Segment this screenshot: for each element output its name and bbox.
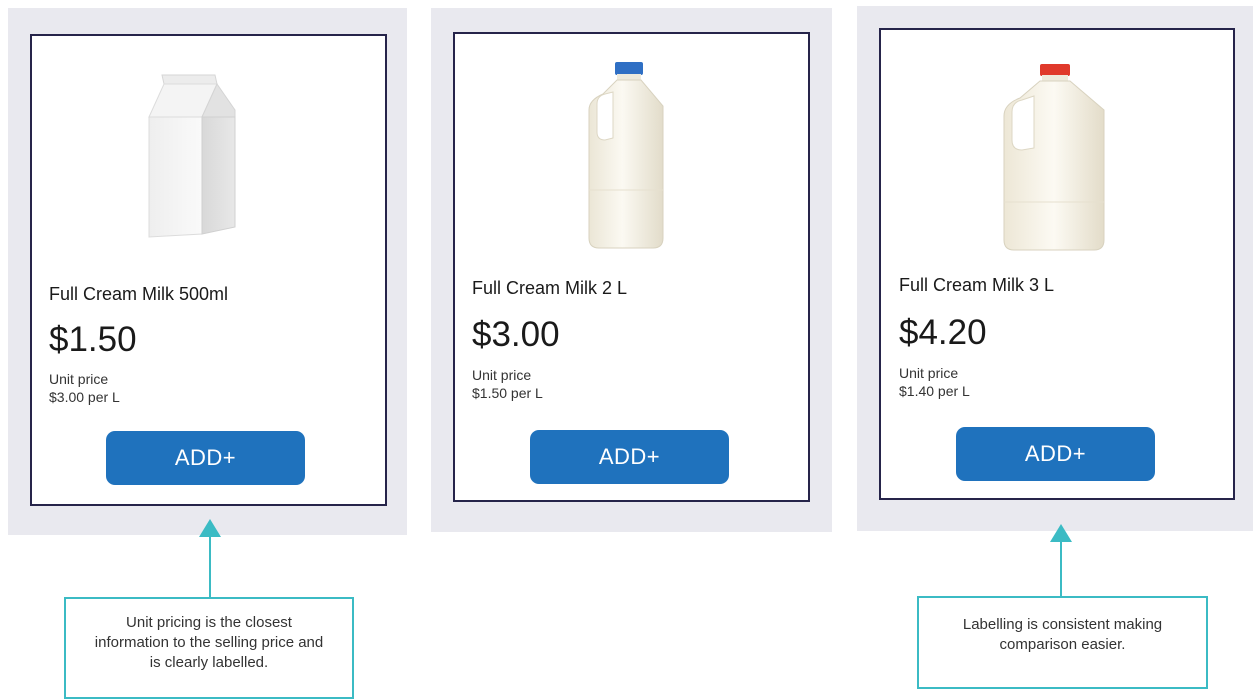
unit-price-label: Unit price bbox=[49, 371, 109, 387]
product-card-1: Full Cream Milk 500ml $1.50 Unit price $… bbox=[30, 34, 387, 506]
unit-price-info: Unit price $1.40 per L bbox=[899, 364, 970, 400]
product-card-2: Full Cream Milk 2 L $3.00 Unit price $1.… bbox=[453, 32, 810, 502]
callout-text: Labelling is consistent making compariso… bbox=[962, 616, 1163, 653]
arrow-up-icon bbox=[1050, 524, 1072, 542]
callout-unit-pricing: Unit pricing is the closest information … bbox=[64, 597, 354, 699]
add-to-cart-button[interactable]: ADD+ bbox=[106, 431, 305, 485]
callout-labelling: Labelling is consistent making compariso… bbox=[917, 596, 1208, 689]
unit-price-label: Unit price bbox=[899, 365, 959, 381]
arrow-up-icon bbox=[199, 519, 221, 537]
unit-price-value: $1.50 per L bbox=[472, 385, 543, 401]
unit-price-value: $3.00 per L bbox=[49, 389, 120, 405]
product-price: $4.20 bbox=[899, 313, 987, 352]
product-price: $3.00 bbox=[472, 315, 560, 354]
unit-price-value: $1.40 per L bbox=[899, 383, 970, 399]
product-name: Full Cream Milk 3 L bbox=[899, 275, 1055, 295]
callout-connector bbox=[209, 536, 211, 598]
unit-price-label: Unit price bbox=[472, 367, 532, 383]
product-price: $1.50 bbox=[49, 320, 137, 359]
milk-carton-icon bbox=[148, 74, 236, 238]
product-name: Full Cream Milk 2 L bbox=[472, 278, 628, 298]
callout-connector bbox=[1060, 541, 1062, 597]
product-card-3: Full Cream Milk 3 L $4.20 Unit price $1.… bbox=[879, 28, 1235, 500]
add-to-cart-button[interactable]: ADD+ bbox=[956, 427, 1155, 481]
callout-text: Unit pricing is the closest information … bbox=[94, 614, 324, 671]
add-to-cart-button[interactable]: ADD+ bbox=[530, 430, 729, 484]
product-name: Full Cream Milk 500ml bbox=[49, 284, 229, 304]
milk-jug-blue-cap-icon bbox=[588, 62, 664, 249]
unit-price-info: Unit price $1.50 per L bbox=[472, 366, 543, 402]
milk-jug-red-cap-icon bbox=[1003, 64, 1105, 251]
unit-price-info: Unit price $3.00 per L bbox=[49, 370, 120, 406]
